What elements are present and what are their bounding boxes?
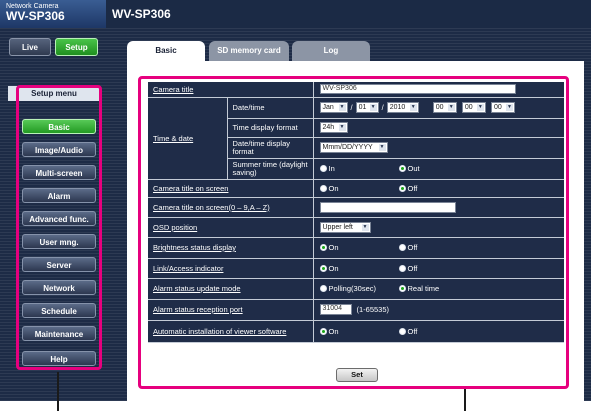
form-callout-line <box>464 389 466 411</box>
header-bar: Network Camera WV-SP306 WV-SP306 <box>0 0 591 28</box>
brand-logo: Network Camera WV-SP306 <box>0 0 106 28</box>
sidebar-item-advanced-func[interactable]: Advanced func. <box>22 211 96 226</box>
sidebar-item-user-mng[interactable]: User mng. <box>22 234 96 249</box>
sidebar-item-alarm[interactable]: Alarm <box>22 188 96 203</box>
live-button[interactable]: Live <box>9 38 51 56</box>
tab-sd-memory-card[interactable]: SD memory card <box>209 41 289 61</box>
sidebar-item-schedule[interactable]: Schedule <box>22 303 96 318</box>
sidebar-item-basic[interactable]: Basic <box>22 119 96 134</box>
setup-button[interactable]: Setup <box>55 38 98 56</box>
page-title: WV-SP306 <box>112 7 171 21</box>
sidebar-item-server[interactable]: Server <box>22 257 96 272</box>
tab-basic[interactable]: Basic <box>127 41 205 61</box>
sidebar-item-help[interactable]: Help <box>22 351 96 366</box>
menu-callout-line <box>57 372 59 411</box>
sidebar-item-image-audio[interactable]: Image/Audio <box>22 142 96 157</box>
sidebar-item-maintenance[interactable]: Maintenance <box>22 326 96 341</box>
sidebar-item-multi-screen[interactable]: Multi-screen <box>22 165 96 180</box>
brand-model: WV-SP306 <box>6 9 65 23</box>
sidebar-item-network[interactable]: Network <box>22 280 96 295</box>
tab-log[interactable]: Log <box>292 41 370 61</box>
form-highlight-frame <box>138 76 569 389</box>
